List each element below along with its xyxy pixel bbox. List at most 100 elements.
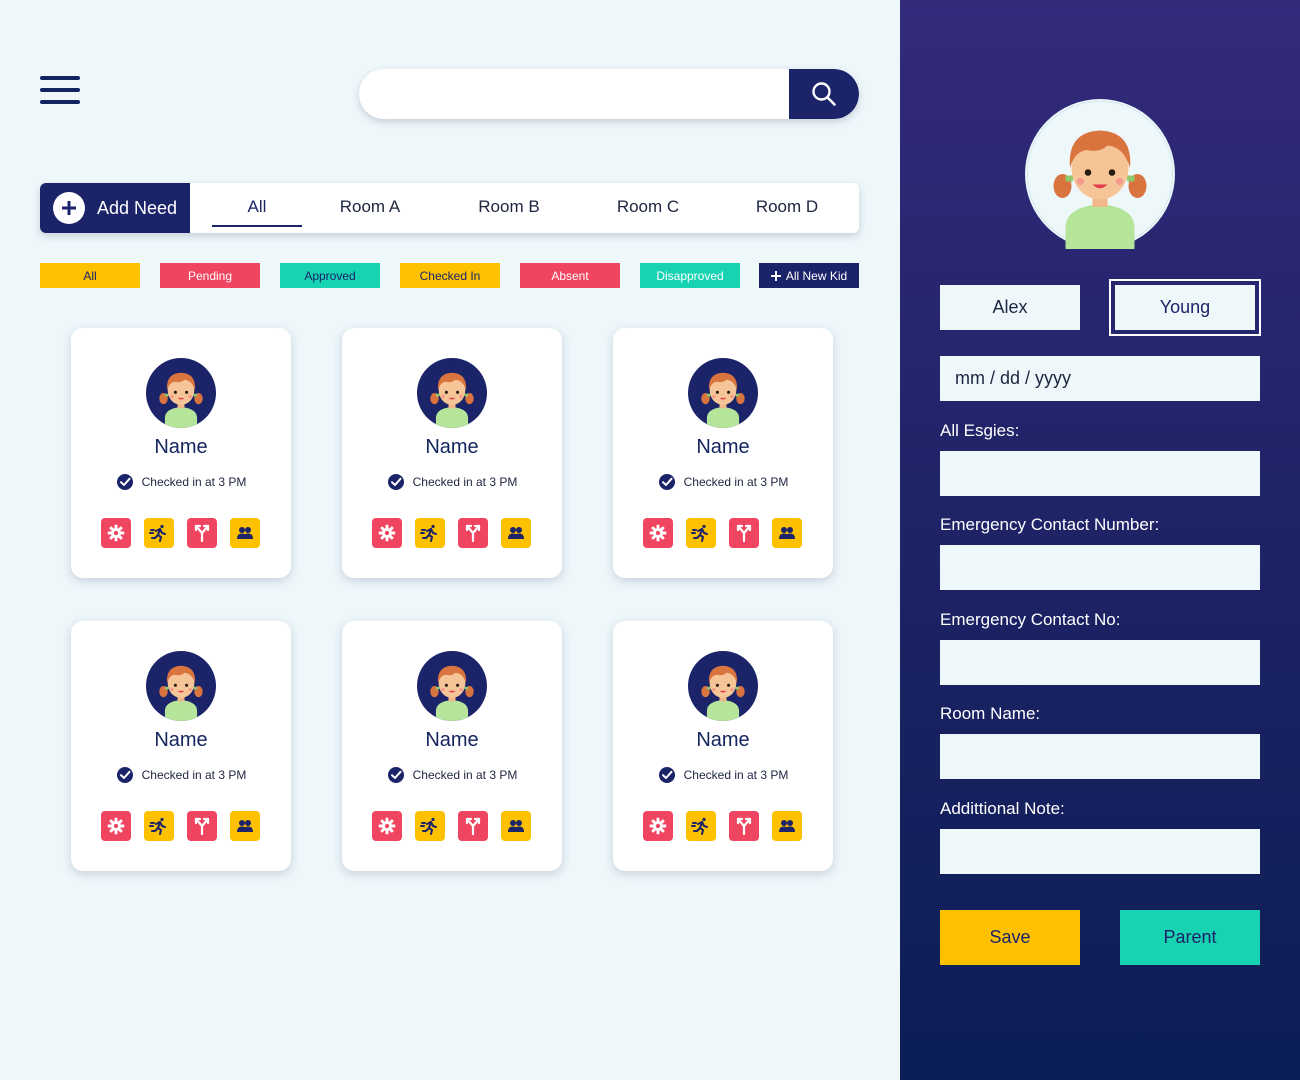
kid-action-icons [643, 518, 813, 548]
tab-room-c[interactable]: Room C [603, 183, 693, 233]
filter-disapproved[interactable]: Disapproved [640, 263, 740, 288]
save-button[interactable]: Save [940, 910, 1080, 965]
group-icon[interactable] [230, 811, 260, 841]
add-need-button[interactable]: Add Need [40, 183, 190, 233]
running-icon[interactable] [686, 811, 716, 841]
kid-card[interactable]: Name Checked in at 3 PM [342, 328, 562, 578]
emergency-no-field[interactable] [940, 640, 1260, 685]
date-of-birth-input[interactable] [940, 356, 1260, 401]
date-of-birth-field[interactable] [940, 356, 1260, 401]
emergency-number-field[interactable] [940, 545, 1260, 590]
checkin-status-text: Checked in at 3 PM [683, 768, 789, 782]
filter-pending[interactable]: Pending [160, 263, 260, 288]
kid-card[interactable]: Name Checked in at 3 PM [613, 328, 833, 578]
additional-note-label: Addittional Note: [940, 799, 1065, 818]
kid-detail-panel: Alex Young All Esgies: Emergency Contact… [900, 0, 1300, 1080]
fork-icon[interactable] [729, 518, 759, 548]
tab-all[interactable]: All [212, 183, 302, 233]
group-icon[interactable] [230, 518, 260, 548]
group-icon[interactable] [501, 811, 531, 841]
check-badge-icon [387, 767, 404, 783]
emergency-number-input[interactable] [940, 545, 1260, 590]
group-icon[interactable] [772, 518, 802, 548]
filter-all-new-kid[interactable]: All New Kid [759, 263, 859, 288]
fork-icon[interactable] [187, 518, 217, 548]
checkin-status-text: Checked in at 3 PM [141, 768, 247, 782]
kid-action-icons [643, 811, 813, 841]
first-name-field[interactable]: Alex [940, 285, 1080, 330]
running-icon[interactable] [415, 811, 445, 841]
kid-avatar [417, 358, 487, 428]
gear-icon[interactable] [643, 811, 673, 841]
gear-icon[interactable] [372, 811, 402, 841]
kid-avatar [417, 651, 487, 721]
search-bar [359, 69, 859, 119]
hamburger-menu-icon[interactable] [40, 76, 80, 106]
fork-icon[interactable] [458, 811, 488, 841]
kid-name: Name [154, 436, 208, 458]
gear-icon[interactable] [372, 518, 402, 548]
kid-card[interactable]: Name Checked in at 3 PM [71, 621, 291, 871]
search-button[interactable] [789, 69, 859, 119]
search-icon [812, 82, 836, 106]
kid-card[interactable]: Name Checked in at 3 PM [613, 621, 833, 871]
check-badge-icon [116, 474, 133, 490]
filter-checked-in[interactable]: Checked In [400, 263, 500, 288]
kid-avatar [688, 358, 758, 428]
kid-name: Name [696, 729, 750, 751]
kid-avatar-large [1025, 99, 1175, 249]
kid-card[interactable]: Name Checked in at 3 PM [71, 328, 291, 578]
checkin-status-text: Checked in at 3 PM [412, 475, 518, 489]
room-name-field[interactable] [940, 734, 1260, 779]
kid-action-icons [101, 811, 271, 841]
room-name-input[interactable] [940, 734, 1260, 779]
gear-icon[interactable] [643, 518, 673, 548]
group-icon[interactable] [501, 518, 531, 548]
room-name-label: Room Name: [940, 704, 1041, 723]
checkin-status: Checked in at 3 PM [342, 766, 562, 784]
filter-approved[interactable]: Approved [280, 263, 380, 288]
search-input[interactable] [359, 69, 789, 119]
allergies-label: All Esgies: [940, 421, 1020, 440]
checkin-status-text: Checked in at 3 PM [683, 475, 789, 489]
kid-name: Name [154, 729, 208, 751]
fork-icon[interactable] [458, 518, 488, 548]
group-icon[interactable] [772, 811, 802, 841]
kid-action-icons [101, 518, 271, 548]
running-icon[interactable] [144, 518, 174, 548]
tab-room-a[interactable]: Room A [325, 183, 415, 233]
checkin-status: Checked in at 3 PM [71, 473, 291, 491]
filter-all[interactable]: All [40, 263, 140, 288]
fork-icon[interactable] [187, 811, 217, 841]
kid-name: Name [696, 436, 750, 458]
emergency-no-input[interactable] [940, 640, 1260, 685]
allergies-field[interactable] [940, 451, 1260, 496]
additional-note-input[interactable] [940, 829, 1260, 874]
add-need-label: Add Need [97, 197, 178, 218]
fork-icon[interactable] [729, 811, 759, 841]
running-icon[interactable] [686, 518, 716, 548]
running-icon[interactable] [144, 811, 174, 841]
emergency-no-label: Emergency Contact No: [940, 610, 1121, 629]
kid-avatar [146, 651, 216, 721]
tab-room-d[interactable]: Room D [742, 183, 832, 233]
kid-card[interactable]: Name Checked in at 3 PM [342, 621, 562, 871]
checkin-status: Checked in at 3 PM [342, 473, 562, 491]
gear-icon[interactable] [101, 518, 131, 548]
tab-room-b[interactable]: Room B [464, 183, 554, 233]
kid-avatar [688, 651, 758, 721]
checkin-status-text: Checked in at 3 PM [141, 475, 247, 489]
room-tabs: Add Need All Room A Room B Room C Room D [40, 183, 859, 233]
gear-icon[interactable] [101, 811, 131, 841]
allergies-input[interactable] [940, 451, 1260, 496]
parent-button[interactable]: Parent [1120, 910, 1260, 965]
running-icon[interactable] [415, 518, 445, 548]
kid-action-icons [372, 811, 542, 841]
last-name-field[interactable]: Young [1109, 279, 1261, 336]
checkin-status: Checked in at 3 PM [613, 766, 833, 784]
checkin-status-text: Checked in at 3 PM [412, 768, 518, 782]
filter-absent[interactable]: Absent [520, 263, 620, 288]
additional-note-field[interactable] [940, 829, 1260, 874]
plus-icon [770, 270, 781, 281]
filter-all-new-kid-label: All New Kid [785, 268, 848, 283]
